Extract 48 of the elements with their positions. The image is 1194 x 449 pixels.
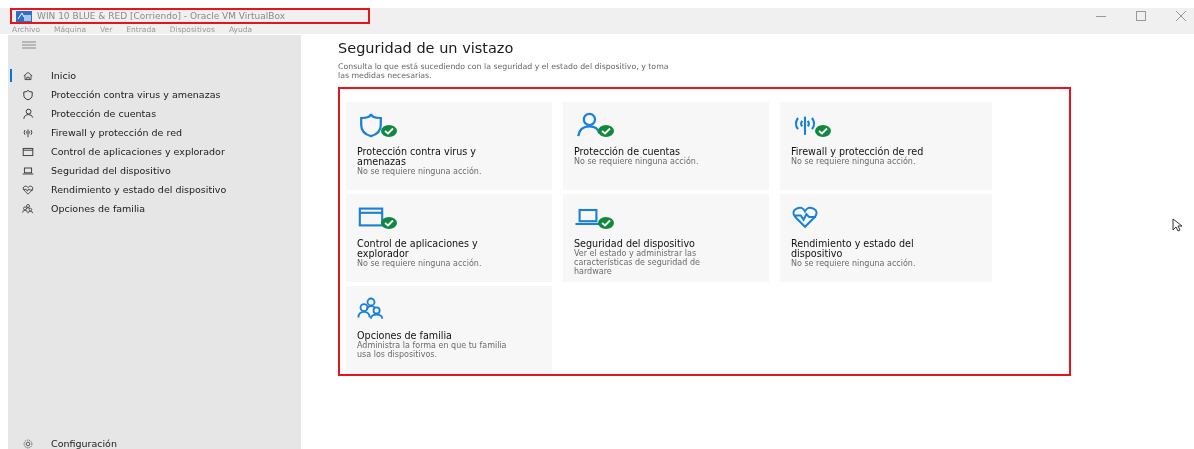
close-icon[interactable]: [1176, 11, 1186, 21]
nav-item[interactable]: Inicio: [8, 66, 301, 85]
status-card[interactable]: Control de aplicaciones y explorador No se requiere ninguna acción.: [346, 194, 552, 282]
card-status: No se requiere ninguna acción.: [357, 259, 483, 268]
pointer-icon: [1172, 218, 1183, 232]
nav-item[interactable]: Opciones de familia: [8, 199, 301, 218]
page-title: Seguridad de un vistazo: [338, 40, 515, 56]
card-status: No se requiere ninguna acción.: [574, 157, 700, 166]
person-icon: [22, 107, 34, 120]
status-card[interactable]: Protección de cuentas No se requiere ninguna acción.: [563, 102, 769, 190]
menu-icon[interactable]: [22, 41, 36, 49]
person-icon: [574, 111, 602, 139]
card-title: Protección contra virus y amenazas: [357, 147, 477, 167]
card-status: No se requiere ninguna acción.: [791, 157, 917, 166]
shield-icon: [22, 88, 34, 101]
card-title: Seguridad del dispositivo: [574, 239, 695, 249]
signal-icon: [22, 126, 34, 139]
people-icon: [22, 202, 34, 215]
nav-item[interactable]: Protección contra virus y amenazas: [8, 85, 301, 104]
settings-icon: [22, 437, 34, 449]
maximize-icon[interactable]: [1136, 11, 1146, 21]
nav-item[interactable]: Configuración: [8, 434, 301, 449]
app-icon: [16, 10, 32, 22]
card-title: Firewall y protección de red: [791, 147, 925, 157]
card-title: Protección de cuentas: [574, 147, 681, 157]
laptop-icon: [22, 164, 34, 177]
home-icon: [22, 69, 34, 82]
nav-item[interactable]: Rendimiento y estado del dispositivo: [8, 180, 301, 199]
card-status: No se requiere ninguna acción.: [791, 259, 917, 268]
card-status: Ver el estado y administrar las características de seguridad de hardware: [574, 249, 701, 276]
card-status: No se requiere ninguna acción.: [357, 167, 483, 176]
window-title: WIN 10 BLUE & RED [Corriendo] - Oracle VM VirtualBox: [37, 11, 285, 21]
nav-item[interactable]: Control de aplicaciones y explorador: [8, 142, 301, 161]
nav-item[interactable]: Protección de cuentas: [8, 104, 301, 123]
status-card[interactable]: Rendimiento y estado del dispositivo No se requiere ninguna acción.: [780, 194, 992, 282]
card-title: Control de aplicaciones y explorador: [357, 239, 478, 259]
status-card[interactable]: Opciones de familia Administra la forma en que tu familia usa los dispositivos.: [346, 286, 552, 374]
card-title: Opciones de familia: [357, 331, 453, 341]
status-card[interactable]: Seguridad del dispositivo Ver el estado y administrar las características de seguridad de hardware: [563, 194, 769, 282]
card-status: Administra la forma en que tu familia usa los dispositivos.: [357, 341, 508, 359]
nav-item[interactable]: Seguridad del dispositivo: [8, 161, 301, 180]
status-card[interactable]: Protección contra virus y amenazas No se requiere ninguna acción.: [346, 102, 552, 190]
status-card[interactable]: Firewall y protección de red No se requiere ninguna acción.: [780, 102, 992, 190]
window-icon: [22, 145, 34, 158]
heart-icon: [22, 183, 34, 196]
nav-item[interactable]: Firewall y protección de red: [8, 123, 301, 142]
card-title: Rendimiento y estado del dispositivo: [791, 239, 914, 259]
shield-icon: [357, 111, 385, 139]
